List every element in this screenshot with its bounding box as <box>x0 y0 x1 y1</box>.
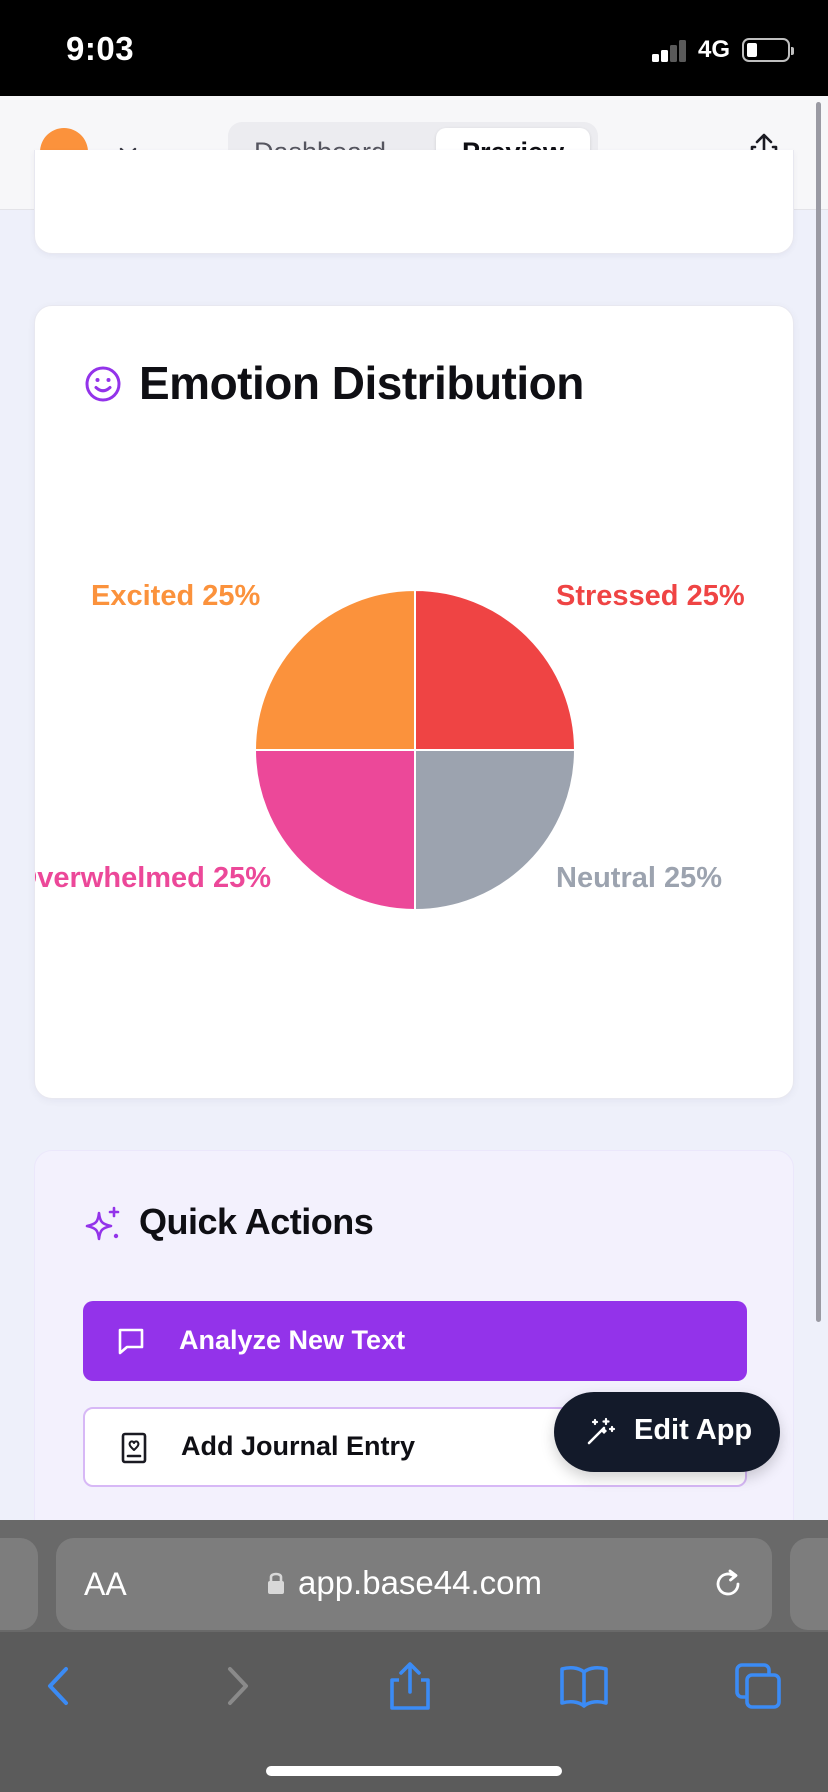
previous-tab-preview[interactable] <box>0 1538 38 1630</box>
quick-actions-title: Quick Actions <box>139 1201 374 1242</box>
share-sheet-icon[interactable] <box>384 1660 436 1712</box>
magic-wand-icon <box>587 1417 616 1445</box>
lock-icon <box>268 1572 284 1594</box>
pie-label-overwhelmed: Overwhelmed 25% <box>34 862 271 894</box>
journal-icon <box>121 1432 147 1464</box>
signal-strength-icon <box>652 38 688 62</box>
pie-slice-2[interactable] <box>253 749 416 912</box>
back-icon[interactable] <box>34 1660 86 1712</box>
pie-slice-1[interactable] <box>414 749 577 912</box>
address-bar[interactable]: AA app.base44.com <box>56 1538 772 1630</box>
bookmarks-icon[interactable] <box>558 1660 610 1712</box>
home-indicator <box>266 1766 562 1776</box>
emotion-distribution-card: Emotion Distribution Stressed 25% Neutra… <box>34 305 794 1099</box>
edit-app-button[interactable]: Edit App <box>554 1392 780 1472</box>
edit-app-label: Edit App <box>634 1414 753 1446</box>
pie-label-neutral: Neutral 25% <box>556 862 723 894</box>
reload-icon[interactable] <box>710 1566 746 1602</box>
emotion-pie-chart <box>253 588 577 912</box>
battery-icon <box>742 38 794 62</box>
page-scrollbar[interactable] <box>816 102 821 1322</box>
forward-icon[interactable] <box>210 1660 262 1712</box>
analyze-new-text-button[interactable]: Analyze New Text <box>83 1301 747 1381</box>
previous-card <box>34 150 794 254</box>
network-label: 4G <box>698 36 731 63</box>
url-text: app.base44.com <box>298 1564 543 1601</box>
browser-toolbar: AA app.base44.com <box>0 1520 828 1792</box>
message-icon <box>118 1328 144 1355</box>
add-journal-entry-label: Add Journal Entry <box>181 1431 416 1461</box>
quick-actions-card: Quick Actions Analyze New Text Add Journ… <box>34 1150 794 1570</box>
next-tab-preview[interactable] <box>790 1538 828 1630</box>
pie-slice-0[interactable] <box>414 588 577 751</box>
pie-label-stressed: Stressed 25% <box>556 580 745 612</box>
pie-slice-3[interactable] <box>253 588 416 751</box>
sparkles-icon <box>85 1206 120 1241</box>
analyze-new-text-label: Analyze New Text <box>179 1325 406 1355</box>
reader-settings-button[interactable]: AA <box>84 1566 127 1603</box>
status-time: 9:03 <box>66 30 135 67</box>
browser-address-area: AA app.base44.com <box>0 1520 828 1632</box>
status-bar: 9:03 4G <box>0 0 828 96</box>
pie-label-excited: Excited 25% <box>91 580 261 612</box>
tabs-icon[interactable] <box>732 1660 784 1712</box>
